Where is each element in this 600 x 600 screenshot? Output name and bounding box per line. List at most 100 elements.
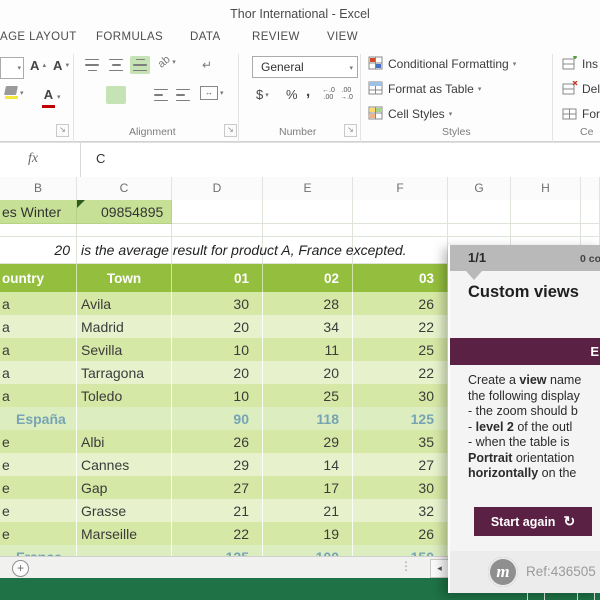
cell-country[interactable]: a <box>0 315 77 338</box>
cell-phone[interactable]: 09854895 <box>77 200 172 224</box>
formula-input[interactable]: C <box>96 151 105 166</box>
tab-data[interactable]: DATA <box>190 31 221 43</box>
shrink-font-button[interactable]: A ▼ <box>53 58 70 73</box>
empty-cell[interactable] <box>263 224 353 237</box>
orientation-button[interactable]: ab ▾ <box>156 53 176 70</box>
hscroll-left-icon[interactable]: ◂ <box>430 559 449 578</box>
increase-indent-button[interactable] <box>174 86 194 104</box>
header-03[interactable]: 03 <box>353 264 448 292</box>
cell-value-02[interactable]: 21 <box>263 499 353 522</box>
cell-value-02[interactable]: 25 <box>263 384 353 407</box>
empty-cell[interactable] <box>77 224 172 237</box>
cell-value-02[interactable]: 28 <box>263 292 353 315</box>
cell-country[interactable]: e <box>0 499 77 522</box>
empty-cell[interactable] <box>448 200 511 224</box>
tab-review[interactable]: REVIEW <box>252 31 300 43</box>
cell-value-03[interactable]: 22 <box>353 315 448 338</box>
cell-value-03[interactable]: 27 <box>353 453 448 476</box>
empty-cell[interactable] <box>511 224 581 237</box>
cell-value-03[interactable]: 35 <box>353 430 448 453</box>
cell-country[interactable]: e <box>0 430 77 453</box>
cell-value-02[interactable]: 118 <box>263 407 353 430</box>
cell-winter[interactable]: es Winter <box>0 200 77 224</box>
format-as-table-button[interactable]: Format as Table ▾ <box>368 81 481 96</box>
cell-value-03[interactable]: 26 <box>353 522 448 545</box>
column-header-b[interactable]: B <box>0 177 77 200</box>
tab-formulas[interactable]: FORMULAS <box>96 31 163 43</box>
cell-average-value[interactable]: 20 <box>0 237 77 264</box>
wrap-text-button[interactable]: ↵ <box>202 58 212 72</box>
accounting-format-button[interactable]: $ ▾ <box>256 87 269 102</box>
cell-value-03[interactable]: 30 <box>353 476 448 499</box>
cell-value-01[interactable]: 22 <box>172 522 263 545</box>
insert-cells-button[interactable]: Ins <box>562 56 598 71</box>
cell-country[interactable]: e <box>0 453 77 476</box>
cell-value-01[interactable]: 90 <box>172 407 263 430</box>
cell-town[interactable]: Marseille <box>77 522 172 545</box>
cell-country[interactable]: France <box>0 545 77 556</box>
cell-styles-button[interactable]: Cell Styles ▾ <box>368 106 452 121</box>
align-center-button[interactable] <box>106 86 126 104</box>
cell-value-01[interactable]: 20 <box>172 361 263 384</box>
empty-cell[interactable] <box>353 200 448 224</box>
column-header-g[interactable]: G <box>448 177 511 200</box>
cell-value-03[interactable]: 32 <box>353 499 448 522</box>
cell-value-01[interactable]: 20 <box>172 315 263 338</box>
header-02[interactable]: 02 <box>263 264 353 292</box>
font-size-dropdown[interactable]: ▾ <box>0 57 24 79</box>
cell-town[interactable] <box>77 545 172 556</box>
cell-value-03[interactable]: 25 <box>353 338 448 361</box>
header-town[interactable]: Town <box>77 264 172 292</box>
cell-value-02[interactable]: 29 <box>263 430 353 453</box>
format-cells-button[interactable]: For <box>562 106 600 121</box>
cell-value-02[interactable]: 17 <box>263 476 353 499</box>
empty-cell[interactable] <box>172 200 263 224</box>
cell-value-02[interactable]: 14 <box>263 453 353 476</box>
cell-value-03[interactable]: 26 <box>353 292 448 315</box>
dialog-launcher-alignment[interactable]: ↘ <box>224 124 237 137</box>
start-again-button[interactable]: Start again ↻ <box>474 507 592 536</box>
cell-value-02[interactable]: 20 <box>263 361 353 384</box>
cell-value-03[interactable]: 150 <box>353 545 448 556</box>
column-header-d[interactable]: D <box>172 177 263 200</box>
delete-cells-button[interactable]: Del <box>562 81 600 96</box>
cell-country[interactable]: España <box>0 407 77 430</box>
empty-cell[interactable] <box>263 200 353 224</box>
cell-country[interactable]: a <box>0 361 77 384</box>
cell-town[interactable]: Toledo <box>77 384 172 407</box>
empty-cell[interactable] <box>353 224 448 237</box>
cell-town[interactable]: Avila <box>77 292 172 315</box>
cell-value-02[interactable]: 11 <box>263 338 353 361</box>
cell-value-01[interactable]: 125 <box>172 545 263 556</box>
empty-cell[interactable] <box>0 224 77 237</box>
cell-value-03[interactable]: 30 <box>353 384 448 407</box>
cell-town[interactable] <box>77 407 172 430</box>
cell-country[interactable]: a <box>0 384 77 407</box>
align-right-button[interactable] <box>130 86 150 104</box>
cell-value-01[interactable]: 27 <box>172 476 263 499</box>
cell-town[interactable]: Madrid <box>77 315 172 338</box>
cell-town[interactable]: Tarragona <box>77 361 172 384</box>
cell-value-01[interactable]: 10 <box>172 338 263 361</box>
cell-value-01[interactable]: 10 <box>172 384 263 407</box>
dialog-launcher-number[interactable]: ↘ <box>344 124 357 137</box>
tab-splitter-icon[interactable]: ⋮ <box>400 559 412 573</box>
new-sheet-icon[interactable]: + <box>12 560 29 577</box>
cell-country[interactable]: e <box>0 476 77 499</box>
align-middle-button[interactable] <box>106 56 126 74</box>
cell-town[interactable]: Grasse <box>77 499 172 522</box>
tab-page-layout[interactable]: AGE LAYOUT <box>0 31 77 43</box>
header-country[interactable]: ountry <box>0 264 77 292</box>
number-format-dropdown[interactable]: General ▾ <box>252 56 358 78</box>
cell-town[interactable]: Sevilla <box>77 338 172 361</box>
cell-value-03[interactable]: 22 <box>353 361 448 384</box>
merge-center-button[interactable]: ↔ ▾ <box>200 86 224 100</box>
insert-function-button[interactable]: fx <box>0 143 81 177</box>
cell-town[interactable]: Albi <box>77 430 172 453</box>
increase-decimal-button[interactable]: ←.0 .00 <box>322 87 335 101</box>
cell-value-01[interactable]: 29 <box>172 453 263 476</box>
empty-cell[interactable] <box>448 224 511 237</box>
cell-town[interactable]: Cannes <box>77 453 172 476</box>
column-header-f[interactable]: F <box>353 177 448 200</box>
cell-value-02[interactable]: 19 <box>263 522 353 545</box>
